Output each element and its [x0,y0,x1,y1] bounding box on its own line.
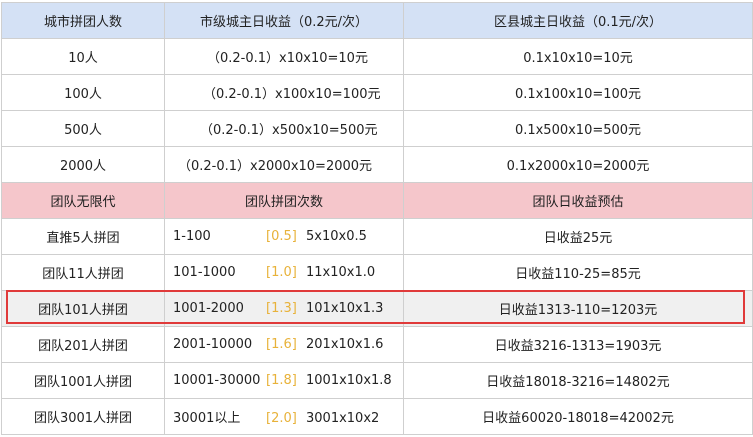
city-income-cell: （0.2-0.1）x2000x10=2000元 [164,146,404,183]
earnings-table: 城市拼团人数 市级城主日收益（0.2元/次） 区县城主日收益（0.1元/次） 1… [1,2,753,435]
table-row: 100人 （0.2-0.1）x100x10=100元 0.1x100x10=10… [1,74,753,111]
table-row: 直推5人拼团 1-100 [0.5] 5x10x0.5 日收益25元 [1,218,753,255]
team-cell: 团队11人拼团 [1,254,165,291]
header-cell: 市级城主日收益（0.2元/次） [164,2,404,39]
income-cell: 日收益110-25=85元 [403,254,753,291]
team-cell: 团队201人拼团 [1,326,165,363]
multiplier-text: [1.0] [266,265,297,280]
income-cell: 日收益25元 [403,218,753,255]
calc-text: 5x10x0.5 [306,229,367,244]
header-cell: 团队日收益预估 [403,182,753,219]
income-cell: 日收益60020-18018=42002元 [403,398,753,435]
people-cell: 10人 [1,38,165,75]
multiplier-text: [1.8] [266,373,297,388]
team-cell: 团队101人拼团 [1,290,165,327]
table-row: 团队11人拼团 101-1000 [1.0] 11x10x1.0 日收益110-25… [1,254,753,291]
calc-text: 11x10x1.0 [306,265,376,280]
county-income-cell: 0.1x2000x10=2000元 [403,146,753,183]
income-cell: 日收益3216-1313=1903元 [403,326,753,363]
range-cell: 30001以上 [2.0] 3001x10x2 [164,398,404,435]
multiplier-text: [2.0] [266,411,297,426]
income-cell: 日收益18018-3216=14802元 [403,362,753,399]
table-row: 团队3001人拼团 30001以上 [2.0] 3001x10x2 日收益60020… [1,398,753,435]
range-text: 1-100 [173,229,211,244]
highlighted-row: 团队101人拼团 1001-2000 [1.3] 101x10x1.3 日收益131… [1,290,753,327]
people-cell: 500人 [1,110,165,147]
multiplier-text: [1.6] [266,337,297,352]
table-row: 团队1001人拼团 10001-30000 [1.8] 1001x10x1.8 日收… [1,362,753,399]
people-cell: 100人 [1,74,165,111]
header-cell: 区县城主日收益（0.1元/次） [403,2,753,39]
multiplier-text: [0.5] [266,229,297,244]
team-header-row: 团队无限代 团队拼团次数 团队日收益预估 [1,182,753,219]
city-income-cell: （0.2-0.1）x10x10=10元 [164,38,404,75]
table-header-row: 城市拼团人数 市级城主日收益（0.2元/次） 区县城主日收益（0.1元/次） [1,2,753,39]
header-cell: 城市拼团人数 [1,2,165,39]
team-cell: 直推5人拼团 [1,218,165,255]
range-text: 1001-2000 [173,301,244,316]
range-cell: 10001-30000 [1.8] 1001x10x1.8 [164,362,404,399]
team-cell: 团队3001人拼团 [1,398,165,435]
header-cell: 团队无限代 [1,182,165,219]
range-text: 30001以上 [173,411,241,426]
table-row: 团队201人拼团 2001-10000 [1.6] 201x10x1.6 日收益32… [1,326,753,363]
range-cell: 1001-2000 [1.3] 101x10x1.3 [164,290,404,327]
range-cell: 101-1000 [1.0] 11x10x1.0 [164,254,404,291]
county-income-cell: 0.1x10x10=10元 [403,38,753,75]
city-income-cell: （0.2-0.1）x100x10=100元 [164,74,404,111]
range-cell: 2001-10000 [1.6] 201x10x1.6 [164,326,404,363]
range-text: 2001-10000 [173,337,253,352]
header-cell: 团队拼团次数 [164,182,404,219]
table-row: 500人 （0.2-0.1）x500x10=500元 0.1x500x10=50… [1,110,753,147]
range-cell: 1-100 [0.5] 5x10x0.5 [164,218,404,255]
team-cell: 团队1001人拼团 [1,362,165,399]
multiplier-text: [1.3] [266,301,297,316]
calc-text: 1001x10x1.8 [306,373,392,388]
county-income-cell: 0.1x100x10=100元 [403,74,753,111]
calc-text: 101x10x1.3 [306,301,384,316]
city-income-cell: （0.2-0.1）x500x10=500元 [164,110,404,147]
table-row: 2000人 （0.2-0.1）x2000x10=2000元 0.1x2000x1… [1,146,753,183]
people-cell: 2000人 [1,146,165,183]
calc-text: 201x10x1.6 [306,337,384,352]
income-cell: 日收益1313-110=1203元 [403,290,753,327]
range-text: 101-1000 [173,265,236,280]
table-row: 10人 （0.2-0.1）x10x10=10元 0.1x10x10=10元 [1,38,753,75]
calc-text: 3001x10x2 [306,411,380,426]
range-text: 10001-30000 [173,373,261,388]
county-income-cell: 0.1x500x10=500元 [403,110,753,147]
